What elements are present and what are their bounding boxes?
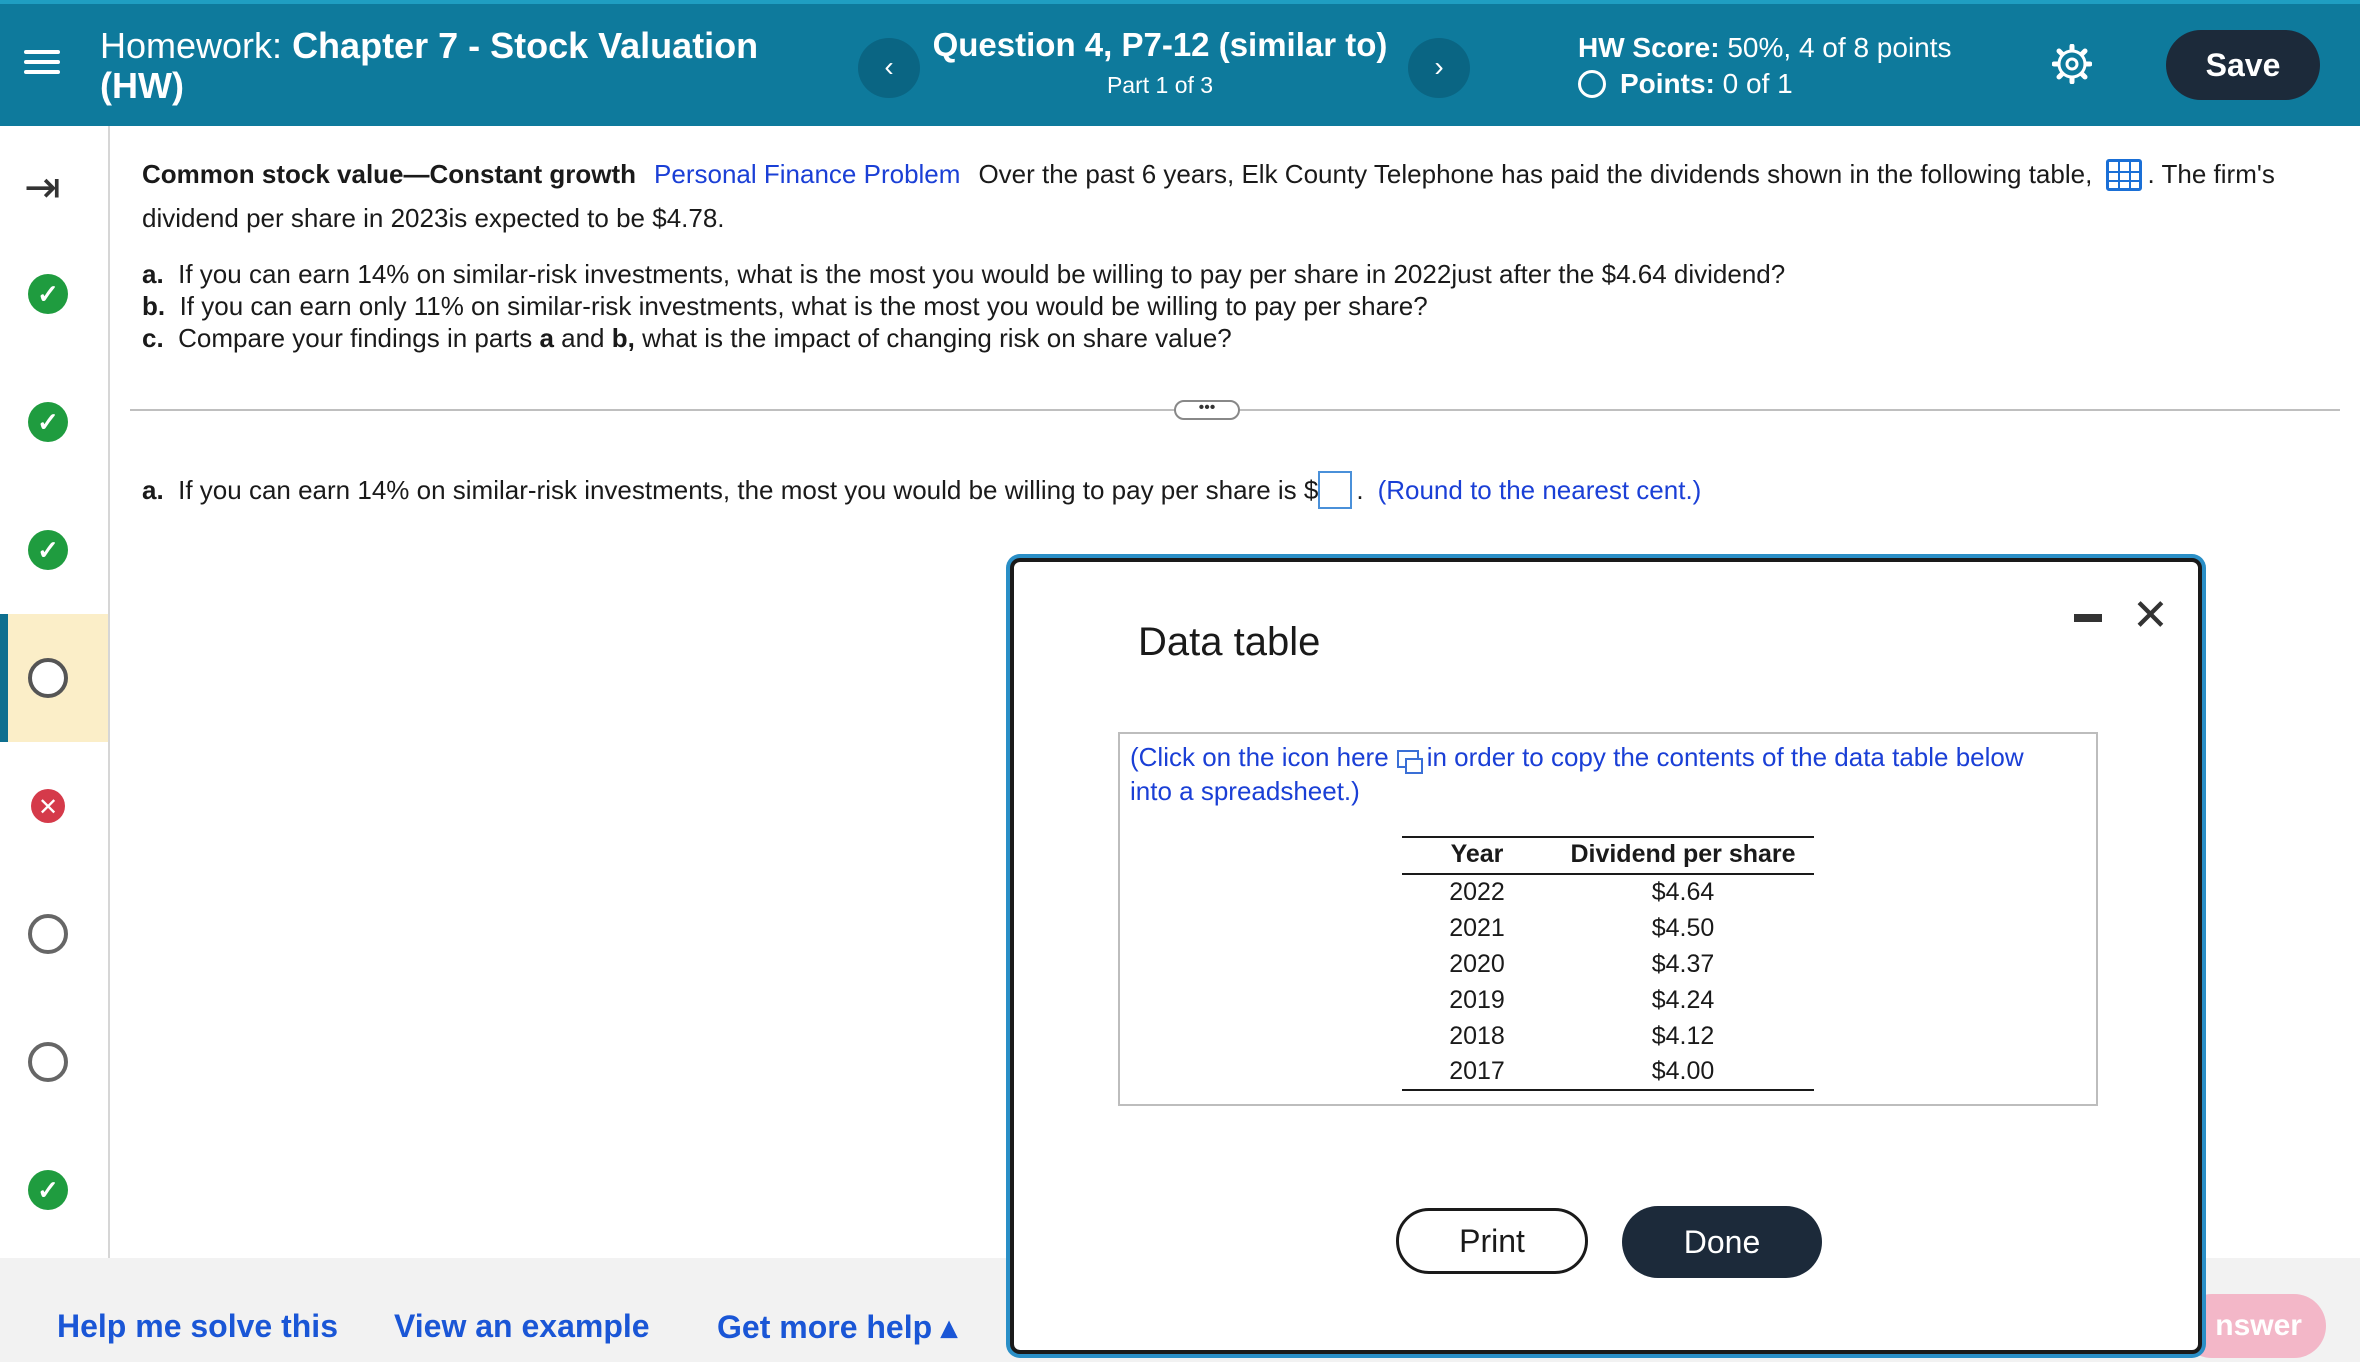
print-button[interactable]: Print	[1396, 1208, 1588, 1274]
next-question-button[interactable]: ›	[1408, 38, 1470, 98]
gear-icon[interactable]	[2052, 44, 2092, 84]
part-b-text: If you can earn only 11% on similar-risk…	[179, 291, 1428, 321]
homework-chapter-suffix: (HW)	[100, 65, 184, 106]
sidebar-question-3[interactable]: ✓	[0, 486, 108, 614]
year-cell: 2020	[1449, 949, 1505, 978]
chevron-right-icon: ›	[1434, 51, 1444, 82]
sidebar-question-6[interactable]	[0, 870, 108, 998]
dividend-cell: $4.50	[1651, 913, 1715, 942]
close-icon[interactable]: ✕	[2132, 590, 2169, 641]
menu-icon[interactable]	[24, 44, 60, 80]
score-panel: HW Score: 50%, 4 of 8 points Points: 0 o…	[1578, 30, 1952, 102]
question-body-1: Over the past 6 years, Elk County Teleph…	[978, 159, 2093, 189]
question-topic: Common stock value—Constant growth	[142, 159, 637, 189]
part-b-label: b.	[142, 291, 166, 321]
part-c-label: c.	[142, 323, 164, 353]
dividend-cell: $4.00	[1552, 1054, 1814, 1091]
year-cell: 2022	[1449, 878, 1505, 906]
personal-finance-link[interactable]: Personal Finance Problem	[654, 159, 960, 189]
x-circle-icon: ✕	[31, 789, 65, 823]
part-c-b: b,	[611, 323, 635, 353]
part-c-and: and	[561, 323, 605, 353]
question-title: Question 4, P7-12 (similar to)	[932, 26, 1388, 63]
modal-title: Data table	[1138, 620, 1321, 664]
year-cell: 2021	[1449, 913, 1505, 942]
circle-icon	[28, 658, 68, 698]
table-row: 2021 $4.50	[1402, 910, 1814, 946]
view-example-link[interactable]: View an example	[394, 1308, 650, 1345]
sidebar-question-1[interactable]: ✓	[0, 230, 108, 358]
sidebar-question-5[interactable]: ✕	[0, 742, 108, 870]
dividend-cell: $4.12	[1651, 1021, 1715, 1050]
question-part: Part 1 of 3	[1106, 72, 1214, 98]
part-c-text-2: what is the impact of changing risk on s…	[642, 323, 1232, 353]
minimize-icon[interactable]	[2074, 614, 2102, 622]
table-row: 2019 $4.24	[1402, 982, 1814, 1018]
homework-title: Homework: Chapter 7 - Stock Valuation (H…	[100, 26, 758, 106]
save-button[interactable]: Save	[2166, 30, 2320, 100]
chevron-left-icon: ‹	[884, 51, 894, 82]
column-header-dividend: Dividend per share	[1552, 836, 1814, 875]
table-row: 2018 $4.12	[1402, 1018, 1814, 1054]
dividend-table: Year Dividend per share 2022 $4.64 2021 $4…	[1402, 836, 1814, 1091]
answer-period: .	[1356, 475, 1364, 505]
copy-icon[interactable]	[1396, 750, 1423, 774]
done-button[interactable]: Done	[1622, 1206, 1822, 1278]
question-sidebar: ⇥ ✓ ✓ ✓ ✕ ✓	[0, 126, 110, 1258]
question-header: Question 4, P7-12 (similar to) Part 1 of…	[900, 26, 1420, 99]
circle-icon	[28, 914, 68, 954]
help-me-solve-link[interactable]: Help me solve this	[57, 1308, 338, 1345]
part-c-text-1: Compare your findings in parts	[178, 323, 533, 353]
check-icon: ✓	[28, 402, 68, 442]
part-a-label: a.	[142, 259, 164, 289]
dividend-cell: $4.24	[1651, 985, 1715, 1014]
top-header: Homework: Chapter 7 - Stock Valuation (H…	[0, 0, 2360, 126]
copy-text-1: (Click on the icon here	[1130, 742, 1389, 772]
column-header-year: Year	[1402, 836, 1552, 875]
part-c-a: a	[539, 323, 554, 353]
question-text: Common stock value—Constant growth Person…	[142, 152, 2332, 240]
expand-sidebar-icon[interactable]: ⇥	[24, 162, 61, 213]
hw-score-value: 50%, 4 of 8 points	[1727, 32, 1952, 63]
answer-input[interactable]	[1318, 471, 1353, 509]
rounding-hint: (Round to the nearest cent.)	[1377, 475, 1702, 505]
table-row: 2022 $4.64	[1402, 874, 1814, 910]
data-table-modal: Data table ✕ (Click on the icon here in o…	[1010, 558, 2202, 1354]
dividend-cell: $4.37	[1651, 949, 1715, 978]
part-a-text: If you can earn 14% on similar-risk inve…	[178, 259, 1786, 289]
homework-chapter: Chapter 7 - Stock Valuation	[292, 25, 759, 66]
data-table-container: (Click on the icon here in order to copy …	[1118, 732, 2098, 1106]
table-row: 2017 $4.00	[1402, 1054, 1814, 1091]
points-circle-icon	[1578, 70, 1606, 98]
answer-part-label: a.	[142, 475, 164, 505]
year-cell: 2018	[1449, 1021, 1505, 1050]
question-parts: a. If you can earn 14% on similar-risk i…	[142, 258, 1785, 354]
circle-icon	[28, 1042, 68, 1082]
sidebar-question-4[interactable]	[0, 614, 108, 742]
hw-score-label: HW Score:	[1578, 32, 1720, 63]
points-label: Points:	[1620, 68, 1715, 99]
check-icon: ✓	[28, 1170, 68, 1210]
more-options-button[interactable]: •••	[1174, 400, 1240, 420]
sidebar-question-7[interactable]	[0, 998, 108, 1126]
homework-prefix: Homework:	[100, 25, 283, 66]
answer-line: a. If you can earn 14% on similar-risk i…	[142, 470, 1701, 510]
data-table-icon[interactable]	[2105, 159, 2142, 191]
year-cell: 2017	[1402, 1054, 1552, 1091]
year-cell: 2019	[1449, 985, 1505, 1014]
copy-instructions: (Click on the icon here in order to copy …	[1130, 740, 2070, 808]
points-value: 0 of 1	[1722, 68, 1793, 99]
check-icon: ✓	[28, 274, 68, 314]
dividend-cell: $4.64	[1651, 878, 1715, 906]
table-row: 2020 $4.37	[1402, 946, 1814, 982]
sidebar-question-2[interactable]: ✓	[0, 358, 108, 486]
check-icon: ✓	[28, 530, 68, 570]
get-more-help-link[interactable]: Get more help ▴	[717, 1308, 957, 1346]
sidebar-question-8[interactable]: ✓	[0, 1126, 108, 1254]
answer-prompt: If you can earn 14% on similar-risk inve…	[178, 475, 1319, 505]
